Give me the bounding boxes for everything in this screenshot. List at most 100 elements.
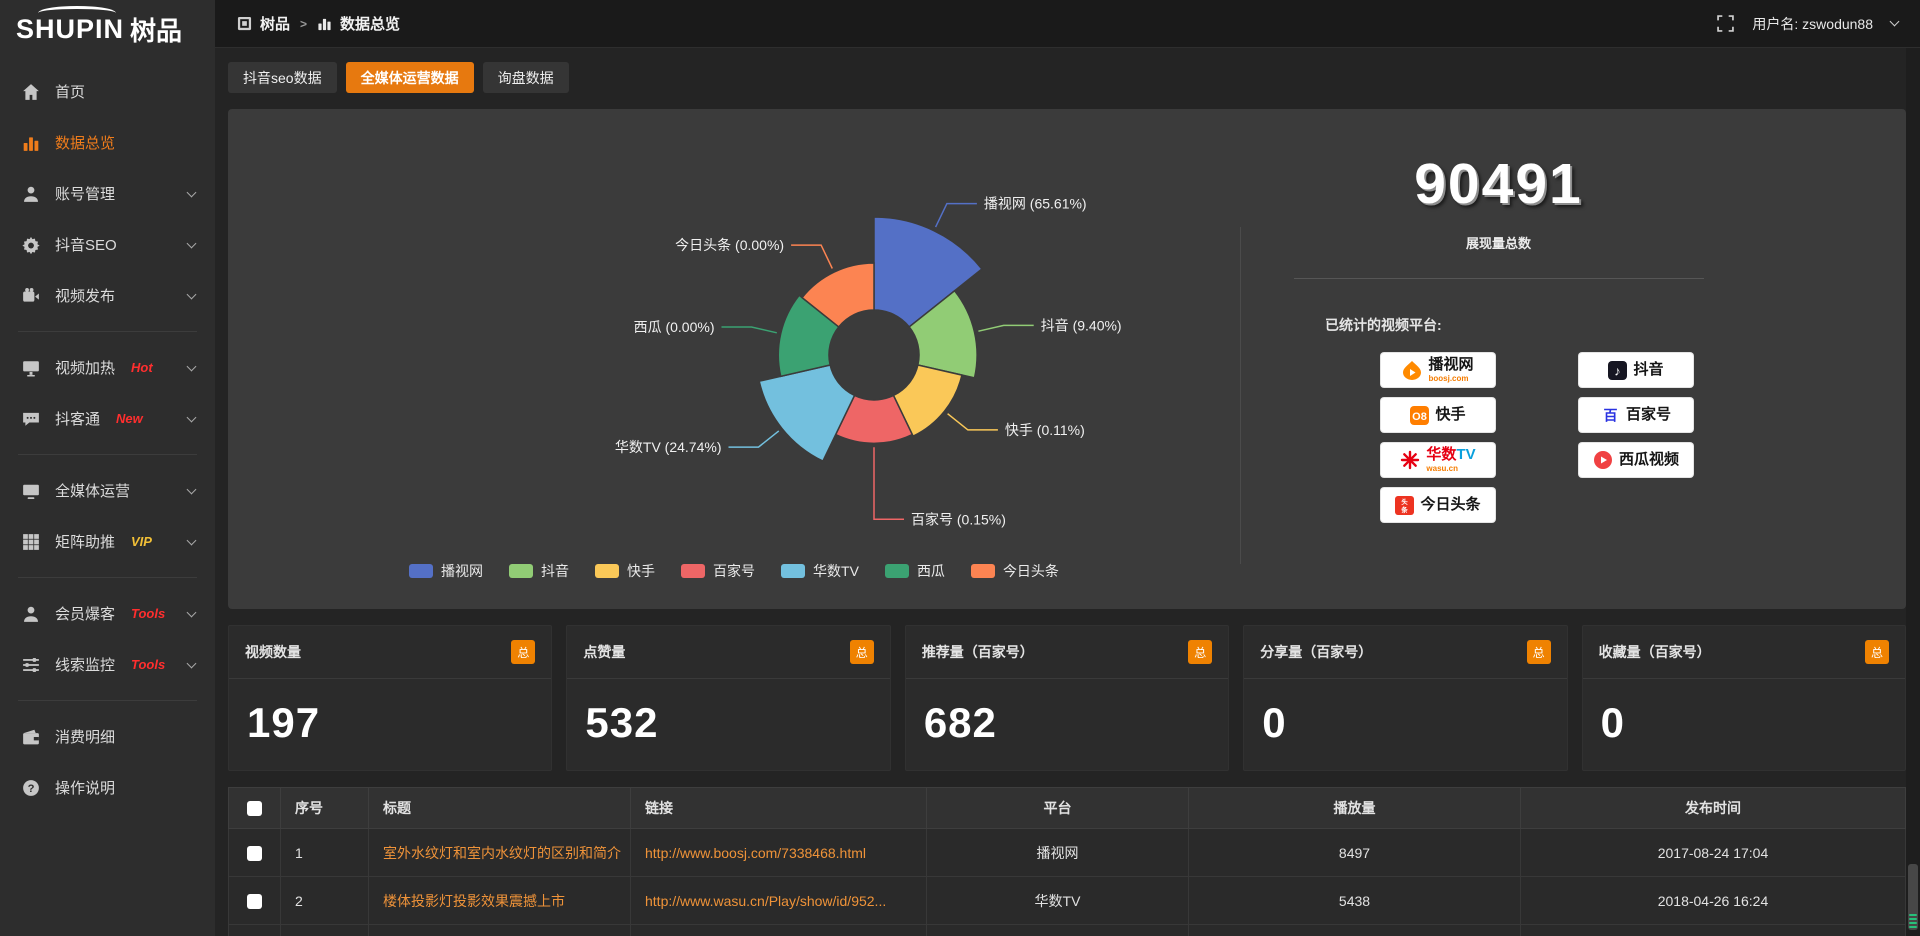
pie-label-line [791,245,832,268]
total-badge[interactable]: 总 [1527,640,1551,664]
platform-name: 今日头条 [1420,496,1480,513]
legend-label: 播视网 [441,561,483,581]
legend-item[interactable]: 百家号 [681,561,755,581]
total-badge[interactable]: 总 [511,640,535,664]
cell-platform: 播视网 [927,829,1189,877]
tab-media-operation-data[interactable]: 全媒体运营数据 [346,62,474,93]
stat-card-1: 点赞量总532 [566,625,890,771]
chevron-down-icon [187,535,197,545]
sidebar-item-account-manage[interactable]: 账号管理 [0,168,215,219]
row-checkbox[interactable] [247,846,262,861]
sidebar-item-video-publish[interactable]: 视频发布 [0,270,215,321]
sidebar-item-label: 抖音SEO [55,234,117,255]
sidebar-item-label: 会员爆客 [55,603,115,624]
svg-text:?: ? [28,783,35,795]
cell-link[interactable]: http://www.boosj.com/7338468.html [631,829,927,877]
username[interactable]: 用户名: zswodun88 [1752,14,1873,34]
select-all-checkbox[interactable] [247,801,262,816]
sidebar-menu: 首页数据总览账号管理抖音SEO 视频发布视频加热Hot抖客通New 全媒体运营矩阵助… [0,58,215,813]
stat-card-3: 分享量（百家号）总0 [1243,625,1567,771]
pie-label-line [978,325,1033,331]
table-row: 2楼体投影灯投影效果震撼上市http://www.wasu.cn/Play/sh… [229,877,1906,925]
legend-item[interactable]: 抖音 [509,561,569,581]
legend-swatch [409,564,433,578]
person-icon [22,605,40,623]
chart-icon [22,134,40,152]
pie-chart: 播视网 (65.61%)抖音 (9.40%)快手 (0.11%)百家号 (0.1… [228,109,1240,609]
total-impressions-label: 展现量总数 [1466,233,1531,252]
sidebar-item-member-baoke[interactable]: 会员爆客Tools [0,588,215,639]
sidebar-item-media-operation[interactable]: 全媒体运营 [0,465,215,516]
cell-time: 2017-08-24 17:04 [1521,829,1906,877]
chevron-down-icon [187,484,197,494]
window-icon [237,16,252,31]
boosj-logo-icon [1402,360,1422,380]
stat-card-value: 532 [567,679,889,747]
wallet-icon [22,728,40,746]
pie-label: 播视网 (65.61%) [984,196,1087,212]
total-badge[interactable]: 总 [1188,640,1212,664]
legend-label: 百家号 [713,561,755,581]
col-header: 平台 [927,788,1189,829]
legend-item[interactable]: 华数TV [781,561,859,581]
sidebar-item-douketong[interactable]: 抖客通New [0,393,215,444]
stat-card-2: 推荐量（百家号）总682 [905,625,1229,771]
platform-name: 快手 [1435,406,1465,423]
platform-name: 抖音 [1633,361,1663,378]
cell-link[interactable]: http://www.wasu.cn/Play/show/id/952... [631,877,927,925]
cell-plays: 5438 [1189,877,1521,925]
breadcrumb-current[interactable]: 数据总览 [340,13,400,34]
platform-badge-baijia: 百百家号 [1579,398,1693,432]
toutiao-logo-icon: 头条 [1395,496,1414,515]
sidebar-item-operation-guide[interactable]: ?操作说明 [0,762,215,813]
total-badge[interactable]: 总 [1865,640,1889,664]
tab-douyin-seo-data[interactable]: 抖音seo数据 [228,62,337,93]
sidebar-item-matrix-boost[interactable]: 矩阵助推VIP [0,516,215,567]
row-checkbox[interactable] [247,894,262,909]
sidebar-item-douyin-seo[interactable]: 抖音SEO [0,219,215,270]
sidebar-badge: New [116,411,143,426]
legend-item[interactable]: 播视网 [409,561,483,581]
user-icon [22,185,40,203]
col-header: 发布时间 [1521,788,1906,829]
svg-text:O8: O8 [1413,411,1428,423]
scrollbar[interactable] [1906,48,1920,936]
sidebar: SHUPIN 树品 首页数据总览账号管理抖音SEO视频发布视频加热Hot抖客通N… [0,0,215,936]
legend-item[interactable]: 今日头条 [971,561,1059,581]
platform-name: 西瓜视频 [1619,451,1679,468]
summary-panel: 90491 展现量总数 已统计的视频平台: 播视网boosj.comO8快手华数… [1241,109,1906,609]
legend-swatch [595,564,619,578]
cell-title[interactable]: 楼体投影灯投影效果震撼上市 [369,877,631,925]
grid-icon [22,533,40,551]
sidebar-item-consume-detail[interactable]: 消费明细 [0,711,215,762]
platform-badge-kuaishou: O8 快手 [1381,398,1495,432]
app-root: SHUPIN 树品 首页数据总览账号管理抖音SEO视频发布视频加热Hot抖客通N… [0,0,1920,936]
breadcrumb: 树品 > 数据总览 [237,13,400,34]
sidebar-badge: Hot [131,360,153,375]
sidebar-item-clue-monitor[interactable]: 线索监控Tools [0,639,215,690]
table-row-partial [229,925,1906,936]
col-header: 序号 [281,788,369,829]
pie-slice-4[interactable] [759,365,854,461]
legend-label: 华数TV [813,561,859,581]
breadcrumb-root[interactable]: 树品 [260,13,290,34]
chevron-down-icon[interactable] [1890,17,1900,27]
sidebar-item-data-overview[interactable]: 数据总览 [0,117,215,168]
cell-title[interactable]: 室外水纹灯和室内水纹灯的区别和简介 [369,829,631,877]
chevron-down-icon [187,658,197,668]
tab-inquiry-data[interactable]: 询盘数据 [483,62,569,93]
platform-badge-wasu: 华数TVwasu.cn [1381,443,1495,477]
sidebar-item-video-heating[interactable]: 视频加热Hot [0,342,215,393]
cell-time: 2018-04-26 16:24 [1521,877,1906,925]
sliders-icon [22,656,40,674]
fullscreen-icon[interactable] [1717,15,1734,32]
sidebar-item-home[interactable]: 首页 [0,66,215,117]
kuaishou-logo-icon: O8 [1410,406,1429,425]
chevron-down-icon [187,412,197,422]
horizontal-divider [1294,278,1704,279]
legend-item[interactable]: 西瓜 [885,561,945,581]
legend-item[interactable]: 快手 [595,561,655,581]
total-badge[interactable]: 总 [850,640,874,664]
platform-col-right: ♪抖音百百家号西瓜视频 [1579,353,1693,522]
cell-index: 1 [281,829,369,877]
